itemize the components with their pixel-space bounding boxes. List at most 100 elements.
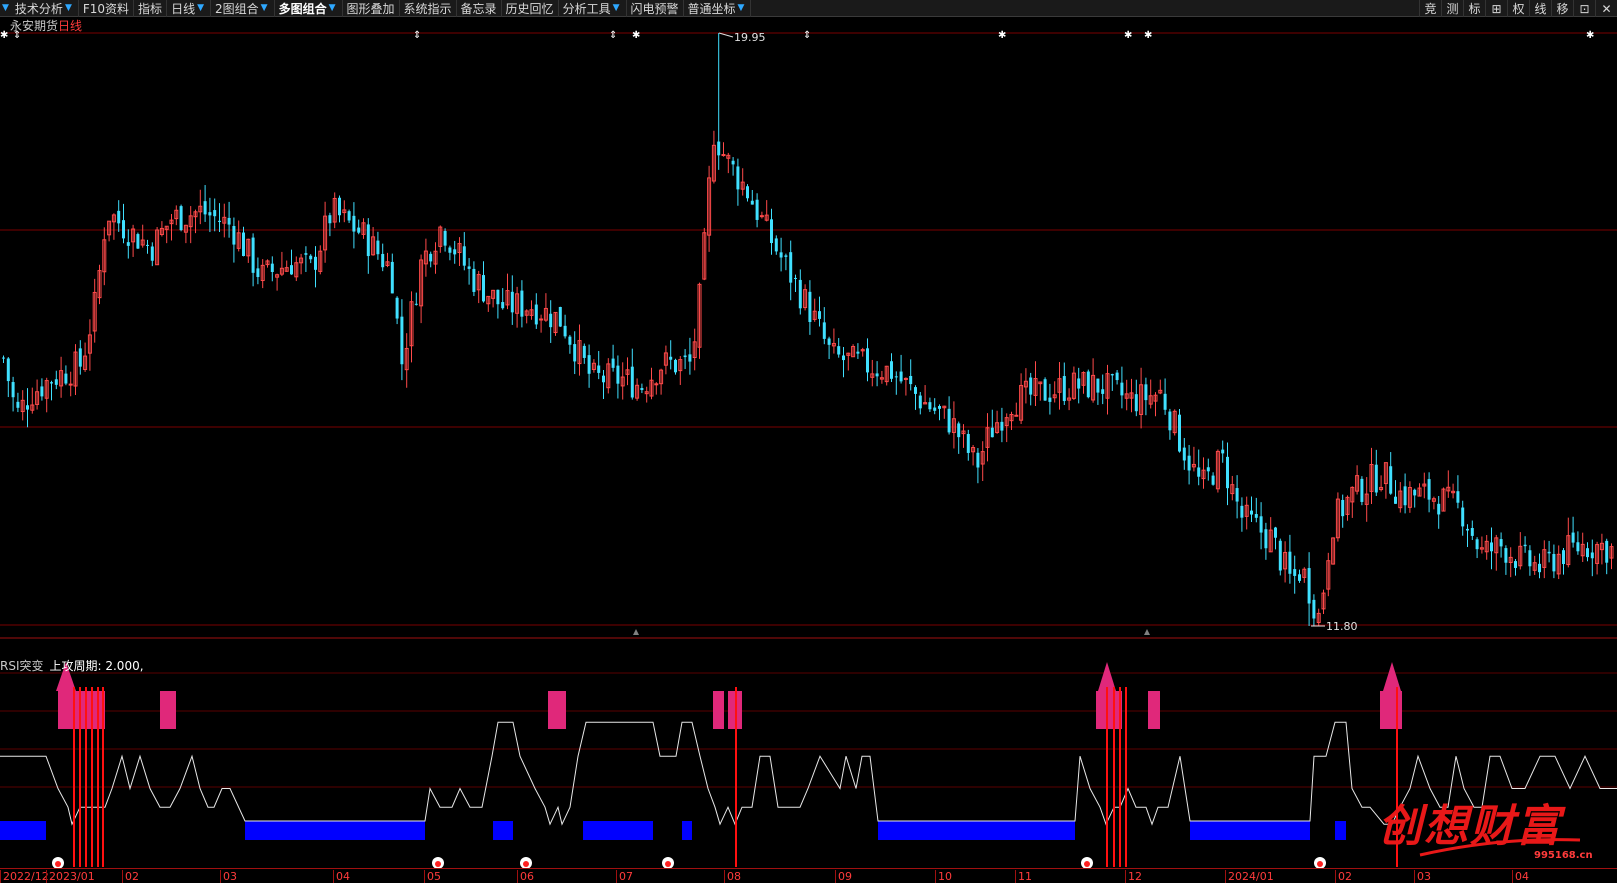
toolbar-item-12[interactable]: 普通坐标 ▼	[684, 0, 752, 17]
toolbar-item-5[interactable]: 多图组合 ▼	[275, 0, 343, 17]
candle	[750, 190, 754, 205]
toolbar-right-button-1[interactable]: 测	[1441, 0, 1463, 17]
candle	[1437, 495, 1441, 529]
candle	[78, 340, 82, 375]
toolbar-right-button-4[interactable]: 权	[1507, 0, 1529, 17]
toolbar-right-button-6[interactable]: 移	[1551, 0, 1573, 17]
candle	[1211, 472, 1215, 486]
toolbar-item-9[interactable]: 历史回忆	[502, 0, 559, 17]
candle	[232, 217, 236, 263]
candle	[1134, 379, 1138, 417]
candle	[831, 328, 836, 354]
candle	[1518, 532, 1523, 570]
candle	[1000, 407, 1004, 443]
candle	[683, 349, 687, 370]
candle	[404, 333, 409, 388]
candle	[510, 275, 514, 325]
candle	[837, 338, 841, 358]
toolbar-right-button-3[interactable]: ⊞	[1485, 0, 1507, 17]
toolbar-item-3[interactable]: 日线 ▼	[167, 0, 211, 17]
toolbar-right-button-0[interactable]: 竞	[1419, 0, 1441, 17]
candle	[1153, 392, 1158, 417]
chevron-down-icon[interactable]: ▼	[327, 3, 338, 13]
candle	[1345, 495, 1350, 521]
toolbar-item-8[interactable]: 备忘录	[457, 0, 502, 17]
toolbar-right-button-2[interactable]: 标	[1463, 0, 1485, 17]
candle	[482, 261, 485, 303]
toolbar-item-0[interactable]: 技术分析 ▼	[11, 0, 79, 17]
candle	[429, 251, 433, 268]
candle	[1350, 486, 1355, 518]
candle	[818, 296, 821, 327]
date-tick-label: 04	[333, 870, 350, 883]
candle	[1595, 541, 1600, 575]
chevron-down-icon[interactable]: ▼	[259, 3, 270, 13]
toolbar-item-10[interactable]: 分析工具 ▼	[559, 0, 627, 17]
candle	[1014, 402, 1019, 417]
chevron-down-icon[interactable]: ▼	[736, 3, 747, 13]
candle	[736, 158, 740, 206]
candle	[789, 240, 793, 301]
candle	[726, 152, 731, 174]
candle	[1163, 378, 1167, 415]
candle	[203, 185, 207, 222]
date-tick-label: 10	[935, 870, 952, 883]
candle	[462, 232, 466, 271]
candle	[1341, 494, 1345, 528]
indicator-chart[interactable]	[0, 657, 1617, 868]
candle	[251, 233, 255, 287]
signal-marker-icon	[52, 857, 64, 868]
chevron-down-icon[interactable]: ▼	[63, 3, 74, 13]
date-tick-label: 03	[1414, 870, 1431, 883]
chevron-down-icon[interactable]: ▼	[611, 3, 622, 13]
candle	[515, 286, 520, 328]
candle	[304, 246, 308, 272]
candle	[107, 220, 112, 242]
candle	[1144, 377, 1148, 416]
candle	[711, 130, 716, 184]
toolbar-item-7[interactable]: 系统指示	[400, 0, 457, 17]
indicator-hot-zone	[1148, 691, 1160, 729]
event-marker-icon: ✱	[0, 30, 8, 41]
toolbar-right-button-8[interactable]: ✕	[1595, 0, 1617, 17]
candle	[1355, 465, 1360, 495]
candle	[707, 165, 712, 252]
indicator-hot-zone	[548, 691, 566, 729]
toolbar-item-4[interactable]: 2图组合 ▼	[211, 0, 275, 17]
toolbar-right-button-7[interactable]: ⊡	[1573, 0, 1595, 17]
date-tick-label: 08	[724, 870, 741, 883]
menu-drop-icon[interactable]: ▼	[0, 3, 11, 13]
candle	[443, 228, 447, 252]
candle	[347, 209, 351, 224]
candle	[1182, 438, 1186, 470]
candle	[140, 224, 145, 248]
candle	[721, 142, 726, 157]
toolbar-item-label: 技术分析	[14, 1, 63, 16]
toolbar-right-button-5[interactable]: 线	[1529, 0, 1551, 17]
candle	[419, 254, 424, 324]
candle	[1206, 458, 1210, 481]
candle	[625, 357, 630, 386]
toolbar-item-label: 系统指示	[403, 1, 452, 16]
candle	[1398, 482, 1403, 513]
candle	[323, 201, 328, 263]
candle	[35, 379, 40, 410]
toolbar-right-buttons: 竞测标 ⊞ 权线移 ⊡ ✕	[1419, 0, 1617, 17]
toolbar-item-2[interactable]: 指标	[134, 0, 168, 17]
candle	[83, 342, 88, 372]
candle	[1389, 452, 1393, 495]
toolbar-item-6[interactable]: 图形叠加	[343, 0, 400, 17]
candle	[188, 206, 193, 244]
candle	[971, 444, 976, 466]
toolbar-item-1[interactable]: F10资料	[79, 0, 135, 17]
candle	[381, 243, 385, 272]
candle	[591, 359, 596, 373]
price-chart[interactable]: 19.95 11.80 ✱ ⇕ ⇕ ⇕ ✱ ⇕ ✱ ✱ ✱ ✱	[0, 17, 1617, 657]
toolbar-item-11[interactable]: 闪电预警	[627, 0, 684, 17]
candle	[553, 311, 558, 336]
candle	[2, 355, 5, 363]
candle	[1101, 374, 1105, 405]
chevron-down-icon[interactable]: ▼	[195, 3, 206, 13]
toolbar-item-label: F10资料	[82, 1, 130, 16]
candle	[92, 278, 97, 343]
